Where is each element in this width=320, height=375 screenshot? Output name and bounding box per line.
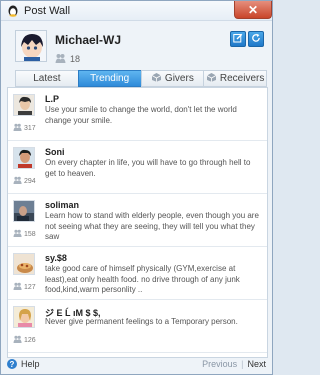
- post-avatar[interactable]: [13, 200, 35, 222]
- gift-icon: [13, 335, 22, 345]
- post-item[interactable]: L.P Use your smile to change the world, …: [8, 88, 267, 141]
- help-icon[interactable]: ?: [7, 359, 17, 369]
- post-avatar[interactable]: [13, 306, 35, 328]
- givers-icon: [151, 72, 162, 85]
- gift-icon: [13, 123, 22, 133]
- refresh-button[interactable]: [248, 31, 264, 47]
- close-button[interactable]: ✕: [234, 1, 272, 19]
- edit-button[interactable]: [230, 31, 246, 47]
- post-avatar[interactable]: [13, 253, 35, 275]
- post-avatar[interactable]: [13, 147, 35, 169]
- tab-givers[interactable]: Givers: [140, 70, 204, 87]
- post-item[interactable]: sy.$8 take good care of himself physical…: [8, 247, 267, 300]
- post-item[interactable]: Soni On every chapter in life, you will …: [8, 141, 267, 194]
- post-text: On every chapter in life, you will have …: [45, 158, 251, 178]
- post-gift-count: 158: [13, 229, 36, 239]
- footer: ? Help Previous | Next: [7, 356, 266, 372]
- post-gift-count: 126: [13, 335, 36, 345]
- gift-icon: [13, 229, 22, 239]
- post-text: take good care of himself physically (GY…: [45, 264, 240, 294]
- post-text: Use your smile to change the world, don'…: [45, 105, 237, 125]
- gift-icon: [13, 176, 22, 186]
- receivers-icon: [206, 72, 217, 85]
- tab-trending-label: Trending: [90, 73, 130, 84]
- refresh-icon: [251, 33, 261, 46]
- givers-count: 18: [55, 53, 80, 65]
- post-item[interactable]: soliman Learn how to stand with elderly …: [8, 194, 267, 247]
- post-wall-window: Post Wall ✕ Michael-WJ 18 Latest Trendin…: [0, 0, 273, 375]
- post-count-value: 126: [24, 336, 36, 344]
- post-count-value: 317: [24, 124, 36, 132]
- post-gift-count: 127: [13, 282, 36, 292]
- pager-separator: |: [241, 359, 244, 369]
- next-link[interactable]: Next: [247, 359, 266, 369]
- profile-header: Michael-WJ 18: [1, 21, 272, 71]
- post-author: L.P: [45, 94, 60, 104]
- post-gift-count: 294: [13, 176, 36, 186]
- post-author: Soni: [45, 147, 65, 157]
- tab-receivers[interactable]: Receivers: [203, 70, 267, 87]
- gift-icon: [13, 282, 22, 292]
- post-author: soliman: [45, 200, 80, 210]
- post-count-value: 158: [24, 230, 36, 238]
- post-text: Learn how to stand with elderly people, …: [45, 211, 259, 241]
- tab-latest[interactable]: Latest: [15, 70, 78, 87]
- tab-bar: Latest Trending Givers Receivers: [15, 70, 267, 87]
- post-gift-count: 317: [13, 123, 36, 133]
- post-item[interactable]: ジ E Ĺ ıM $ $, Never give permanent feeli…: [8, 300, 267, 353]
- post-count-value: 127: [24, 283, 36, 291]
- username: Michael-WJ: [55, 33, 122, 47]
- tab-latest-label: Latest: [33, 73, 61, 84]
- user-avatar[interactable]: [15, 30, 47, 62]
- gift-icon: [55, 53, 66, 65]
- tab-receivers-label: Receivers: [219, 73, 265, 84]
- post-author: sy.$8: [45, 253, 67, 263]
- givers-count-value: 18: [70, 54, 81, 64]
- window-title: Post Wall: [24, 4, 71, 17]
- post-list[interactable]: L.P Use your smile to change the world, …: [7, 87, 268, 358]
- app-logo-icon: [7, 5, 19, 17]
- post-avatar[interactable]: [13, 94, 35, 116]
- help-link[interactable]: Help: [21, 359, 40, 369]
- title-bar: Post Wall ✕: [1, 1, 272, 21]
- tab-trending[interactable]: Trending: [77, 70, 141, 87]
- post-count-value: 294: [24, 177, 36, 185]
- tab-givers-label: Givers: [164, 73, 194, 84]
- pagination: Previous | Next: [202, 359, 266, 369]
- edit-icon: [233, 33, 243, 46]
- post-text: Never give permanent feelings to a Tempo…: [45, 317, 238, 326]
- close-icon: ✕: [247, 2, 259, 17]
- previous-link[interactable]: Previous: [202, 359, 237, 369]
